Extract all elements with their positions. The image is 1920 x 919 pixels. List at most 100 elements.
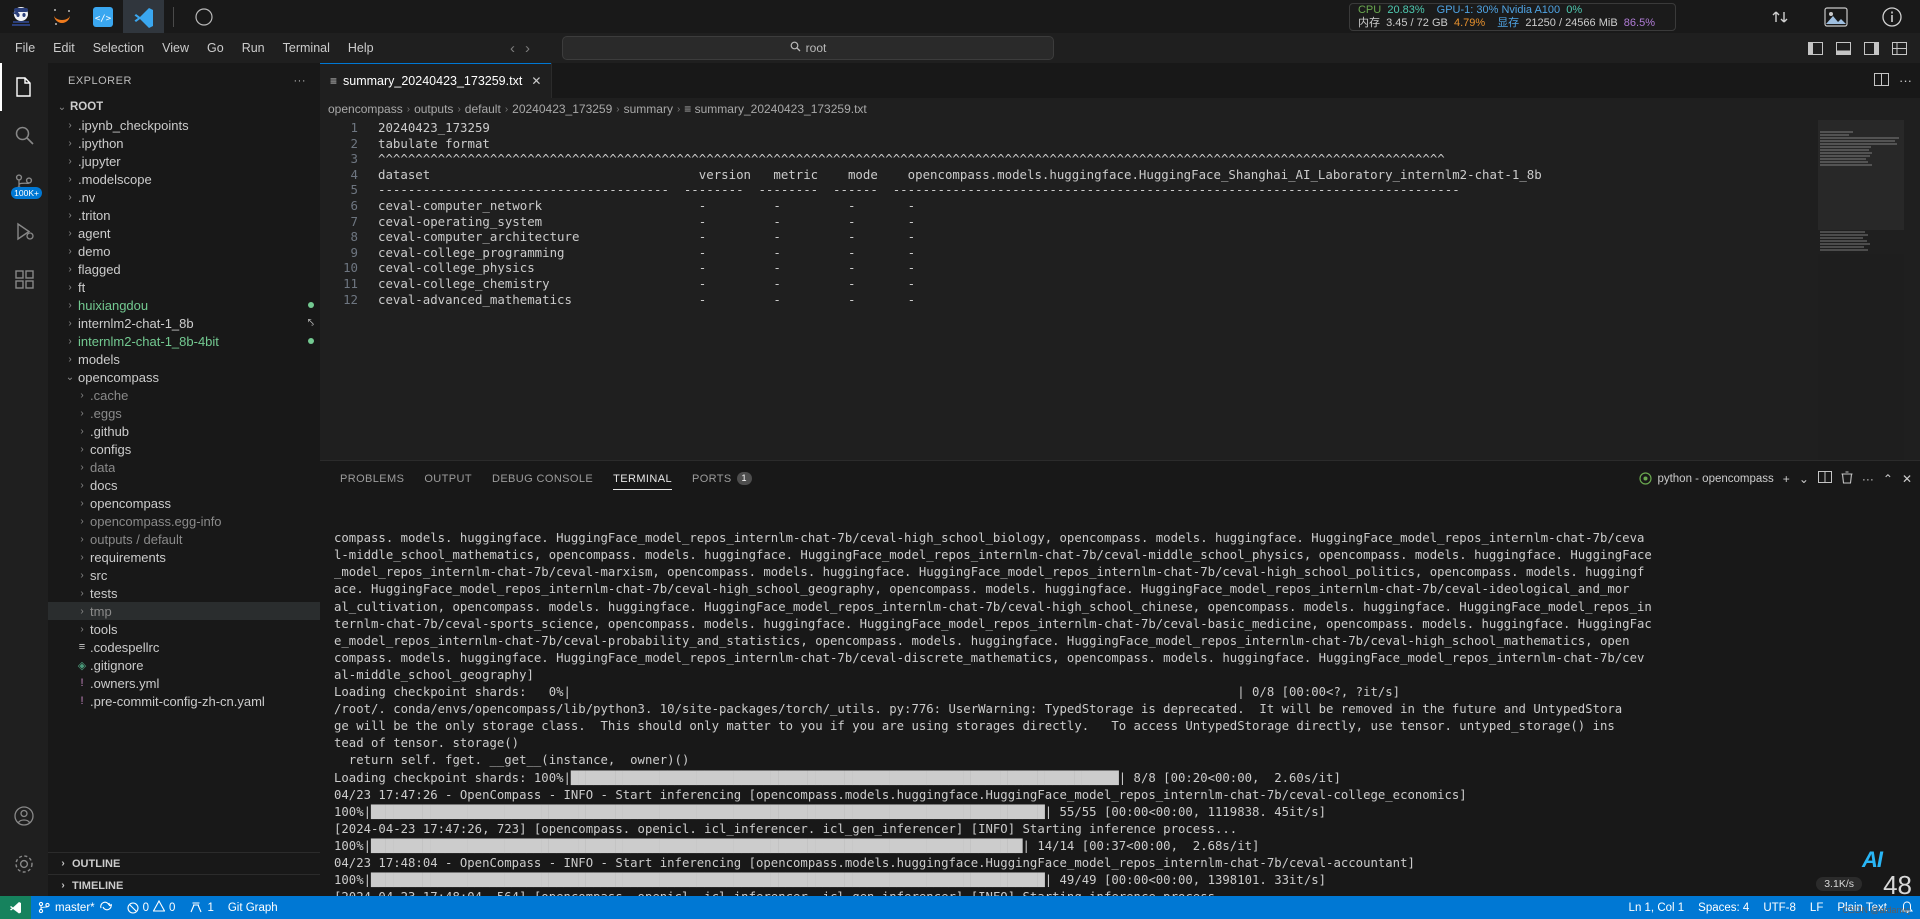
breadcrumb-item[interactable]: default [465, 102, 501, 116]
terminal-output[interactable]: compass. models. huggingface. HuggingFac… [320, 496, 1920, 896]
info-icon[interactable] [1864, 0, 1920, 33]
network-icon[interactable] [1752, 0, 1808, 33]
tree-item--github[interactable]: › .github [48, 422, 320, 440]
tree-item-data[interactable]: › data [48, 458, 320, 476]
menu-selection[interactable]: Selection [84, 37, 153, 59]
minimap[interactable] [1818, 120, 1904, 460]
go-back-icon[interactable]: ‹ [510, 40, 515, 57]
ports-indicator[interactable]: 1 [182, 896, 220, 919]
tree-item--eggs[interactable]: › .eggs [48, 404, 320, 422]
activity-search[interactable] [0, 111, 48, 159]
tree-item-huixiangdou[interactable]: › huixiangdou [48, 296, 320, 314]
image-icon[interactable] [1808, 0, 1864, 33]
breadcrumb-item[interactable]: 20240423_173259 [512, 102, 612, 116]
end-of-line[interactable]: LF [1803, 896, 1830, 919]
indentation[interactable]: Spaces: 4 [1691, 896, 1756, 919]
toggle-panel-icon[interactable] [1830, 36, 1856, 60]
cursor-position[interactable]: Ln 1, Col 1 [1622, 896, 1692, 919]
panel-tab-problems[interactable]: PROBLEMS [330, 461, 414, 496]
tree-item-opencompass[interactable]: ⌄ opencompass [48, 368, 320, 386]
app-icon-ninja[interactable] [0, 0, 41, 33]
quick-open-input[interactable]: root [562, 36, 1054, 60]
problems-indicator[interactable]: 0 0 [120, 896, 183, 919]
sync-icon[interactable] [99, 900, 113, 915]
menu-terminal[interactable]: Terminal [274, 37, 339, 59]
tree-item--jupyter[interactable]: › .jupyter [48, 152, 320, 170]
more-actions-icon[interactable]: ··· [1899, 73, 1912, 88]
editor-scrollbar[interactable] [1906, 120, 1920, 460]
git-graph-button[interactable]: Git Graph [221, 896, 285, 919]
tree-item--ipython[interactable]: › .ipython [48, 134, 320, 152]
activity-source-control[interactable]: 100K+ [0, 159, 48, 207]
close-icon[interactable]: ✕ [531, 74, 541, 88]
activity-extensions[interactable] [0, 255, 48, 303]
tree-item-ft[interactable]: › ft [48, 278, 320, 296]
tree-root[interactable]: ⌄ ROOT [48, 98, 320, 116]
tree-item-opencompass[interactable]: › opencompass [48, 494, 320, 512]
tree-item--triton[interactable]: › .triton [48, 206, 320, 224]
split-editor-icon[interactable] [1874, 72, 1889, 89]
go-forward-icon[interactable]: › [525, 40, 530, 57]
activity-run-and-debug[interactable] [0, 207, 48, 255]
panel-tab-debug-console[interactable]: DEBUG CONSOLE [482, 461, 603, 496]
breadcrumb-item[interactable]: outputs [414, 102, 453, 116]
tree-item--codespellrc[interactable]: ≡ .codespellrc [48, 638, 320, 656]
encoding[interactable]: UTF-8 [1756, 896, 1803, 919]
toggle-secondary-sidebar-icon[interactable] [1858, 36, 1884, 60]
section-timeline[interactable]: › TIMELINE [48, 874, 320, 896]
tree-item-internlm2-chat-1-8b[interactable]: › internlm2-chat-1_8b ⤣ [48, 314, 320, 332]
tree-item--pre-commit-config-zh-cn-yaml[interactable]: ! .pre-commit-config-zh-cn.yaml [48, 692, 320, 710]
breadcrumb-item[interactable]: opencompass [328, 102, 403, 116]
terminal-dropdown-icon[interactable]: ⌄ [1799, 472, 1809, 486]
maximize-panel-icon[interactable]: ⌃ [1883, 472, 1893, 486]
app-icon-code-brackets[interactable]: </> [82, 0, 123, 33]
activity-explorer[interactable] [0, 63, 48, 111]
more-actions-icon[interactable]: ··· [1862, 472, 1874, 486]
tree-item--modelscope[interactable]: › .modelscope [48, 170, 320, 188]
split-terminal-icon[interactable] [1817, 471, 1832, 486]
tree-item--ipynb-checkpoints[interactable]: › .ipynb_checkpoints [48, 116, 320, 134]
editor-tab-summary[interactable]: ≡ summary_20240423_173259.txt ✕ [320, 63, 553, 98]
tree-item-models[interactable]: › models [48, 350, 320, 368]
compass-icon[interactable] [183, 0, 224, 33]
tree-item-requirements[interactable]: › requirements [48, 548, 320, 566]
customize-layout-icon[interactable] [1886, 36, 1912, 60]
tree-item-agent[interactable]: › agent [48, 224, 320, 242]
activity-manage-settings[interactable] [0, 840, 48, 888]
new-terminal-icon[interactable]: + [1783, 472, 1790, 486]
menu-run[interactable]: Run [233, 37, 274, 59]
tree-item-opencompass-egg-info[interactable]: › opencompass.egg-info [48, 512, 320, 530]
tree-item-demo[interactable]: › demo [48, 242, 320, 260]
tree-item-tests[interactable]: › tests [48, 584, 320, 602]
close-panel-icon[interactable]: ✕ [1902, 472, 1912, 486]
tree-item--gitignore[interactable]: ◈ .gitignore [48, 656, 320, 674]
breadcrumb[interactable]: opencompass › outputs › default › 20240423_173… [320, 98, 1920, 120]
remote-indicator[interactable] [0, 896, 31, 919]
kill-terminal-icon[interactable] [1841, 470, 1853, 487]
panel-tab-ports[interactable]: PORTS 1 [682, 461, 762, 496]
breadcrumb-item[interactable]: ≡ summary_20240423_173259.txt [684, 102, 866, 116]
activity-accounts[interactable] [0, 792, 48, 840]
tree-item--nv[interactable]: › .nv [48, 188, 320, 206]
app-icon-vscode[interactable] [123, 0, 164, 33]
menu-file[interactable]: File [6, 37, 44, 59]
git-branch[interactable]: master* [31, 896, 120, 919]
tree-item-outputs-default[interactable]: › outputs / default [48, 530, 320, 548]
toggle-primary-sidebar-icon[interactable] [1802, 36, 1828, 60]
tree-item-src[interactable]: › src [48, 566, 320, 584]
menu-edit[interactable]: Edit [44, 37, 84, 59]
panel-tab-terminal[interactable]: TERMINAL [603, 461, 682, 496]
tree-item-tools[interactable]: › tools [48, 620, 320, 638]
tree-item--owners-yml[interactable]: ! .owners.yml [48, 674, 320, 692]
tree-item-internlm2-chat-1-8b-4bit[interactable]: › internlm2-chat-1_8b-4bit [48, 332, 320, 350]
tree-item-docs[interactable]: › docs [48, 476, 320, 494]
section-outline[interactable]: › OUTLINE [48, 852, 320, 874]
active-terminal-name[interactable]: python - opencompass [1639, 472, 1774, 485]
menu-go[interactable]: Go [198, 37, 233, 59]
file-tree[interactable]: ⌄ ROOT › .ipynb_checkpoints › .ipython › .jup… [48, 98, 320, 852]
menu-view[interactable]: View [153, 37, 198, 59]
panel-tab-output[interactable]: OUTPUT [414, 461, 482, 496]
tree-item-flagged[interactable]: › flagged [48, 260, 320, 278]
app-icon-orange-ring[interactable] [41, 0, 82, 33]
breadcrumb-item[interactable]: summary [624, 102, 673, 116]
